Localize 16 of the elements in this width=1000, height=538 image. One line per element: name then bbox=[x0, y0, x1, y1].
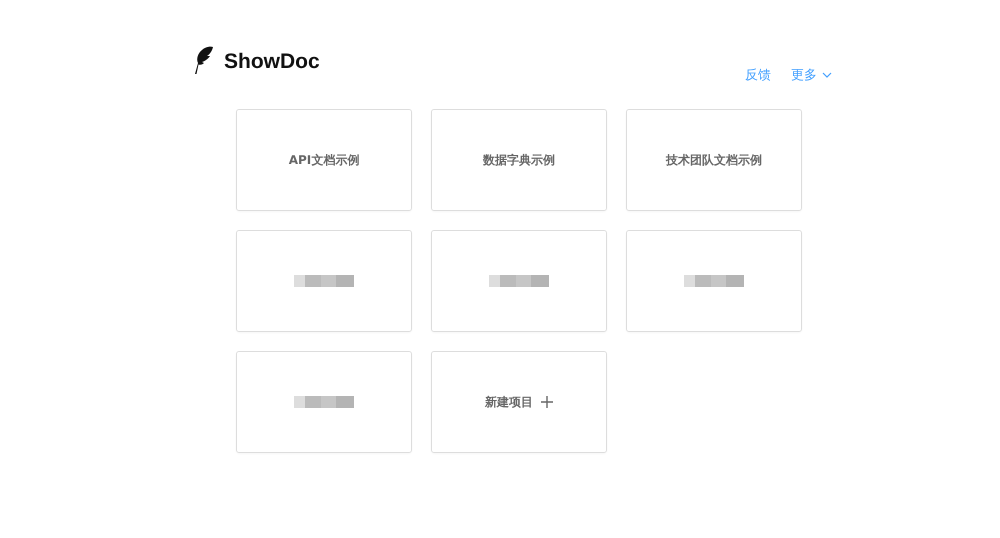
project-card[interactable]: 技术团队文档示例 bbox=[626, 109, 802, 211]
feather-logo-icon bbox=[192, 45, 214, 75]
pixelated-text-block bbox=[684, 275, 744, 287]
project-card[interactable] bbox=[236, 351, 412, 453]
new-project-button[interactable]: 新建项目 bbox=[431, 351, 607, 453]
plus-icon bbox=[541, 396, 553, 408]
pixelated-text-block bbox=[489, 275, 549, 287]
project-card[interactable] bbox=[236, 230, 412, 332]
app-logo-text: ShowDoc bbox=[224, 50, 320, 74]
project-card[interactable]: 数据字典示例 bbox=[431, 109, 607, 211]
project-card[interactable]: API文档示例 bbox=[236, 109, 412, 211]
project-card[interactable] bbox=[626, 230, 802, 332]
pixelated-text-block bbox=[294, 275, 354, 287]
chevron-down-icon bbox=[822, 72, 832, 78]
project-card[interactable] bbox=[431, 230, 607, 332]
pixelated-text-block bbox=[294, 396, 354, 408]
